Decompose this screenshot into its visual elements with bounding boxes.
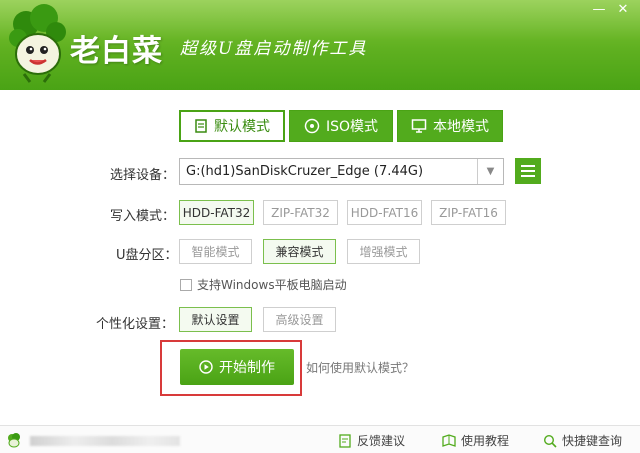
cabbage-small-icon [8, 433, 20, 448]
tutorial-label: 使用教程 [461, 434, 510, 448]
shortcut-query-link[interactable]: 快捷键查询 [543, 432, 622, 449]
partition-smart-mode[interactable]: 智能模式 [179, 239, 252, 264]
shortcut-query-label: 快捷键查询 [562, 434, 623, 448]
personalize-default[interactable]: 默认设置 [179, 307, 252, 332]
window-controls: — ✕ [592, 2, 630, 17]
device-menu-button[interactable] [515, 158, 541, 184]
search-icon [543, 434, 557, 448]
write-mode-hdd-fat32[interactable]: HDD-FAT32 [179, 200, 254, 225]
minimize-button[interactable]: — [592, 2, 606, 17]
personalize-advanced[interactable]: 高级设置 [263, 307, 336, 332]
tablet-support-option[interactable]: 支持Windows平板电脑启动 [180, 276, 347, 293]
disc-icon [304, 118, 320, 134]
menu-icon-bar [521, 170, 535, 172]
close-button[interactable]: ✕ [616, 2, 630, 17]
app-slogan: 超级U盘启动制作工具 [180, 39, 368, 59]
device-select-value: G:(hd1)SanDiskCruzer_Edge (7.44G) [186, 164, 424, 179]
mode-tabs: 默认模式 ISO模式 本地模式 [179, 110, 503, 142]
tab-iso-mode[interactable]: ISO模式 [289, 110, 393, 142]
tab-default-mode-label: 默认模式 [214, 119, 270, 135]
write-mode-zip-fat32[interactable]: ZIP-FAT32 [263, 200, 338, 225]
feedback-icon [339, 433, 351, 448]
tab-local-mode-label: 本地模式 [433, 119, 489, 135]
blurred-version-text [30, 436, 180, 446]
app-title: 老白菜 [70, 34, 163, 69]
tablet-support-checkbox[interactable] [180, 278, 192, 291]
write-mode-hdd-fat16[interactable]: HDD-FAT16 [347, 200, 422, 225]
tutorial-icon [442, 433, 456, 447]
partition-enhanced-mode[interactable]: 增强模式 [347, 239, 420, 264]
device-label: 选择设备： [110, 168, 176, 183]
menu-icon-bar [521, 165, 535, 167]
tab-default-mode[interactable]: 默认模式 [179, 110, 285, 142]
app-header: 老白菜 超级U盘启动制作工具 — ✕ [0, 0, 640, 90]
feedback-link[interactable]: 反馈建议 [338, 432, 405, 449]
cabbage-mascot-logo [9, 4, 66, 83]
default-mode-help-link[interactable]: 如何使用默认模式？ [306, 359, 414, 376]
start-make-label: 开始制作 [219, 360, 275, 376]
partition-compat-mode[interactable]: 兼容模式 [263, 239, 336, 264]
write-mode-zip-fat16[interactable]: ZIP-FAT16 [431, 200, 506, 225]
tab-local-mode[interactable]: 本地模式 [397, 110, 503, 142]
personalize-label: 个性化设置： [96, 317, 175, 332]
monitor-icon [411, 119, 427, 133]
chevron-down-icon[interactable]: ▼ [477, 159, 503, 184]
feedback-label: 反馈建议 [357, 434, 406, 448]
menu-icon-bar [521, 175, 535, 177]
doc-icon [195, 119, 207, 133]
partition-label: U盘分区： [116, 248, 178, 263]
start-make-button[interactable]: 开始制作 [180, 349, 294, 385]
status-footer: 反馈建议 使用教程 快捷键查询 [0, 425, 640, 453]
write-mode-label: 写入模式： [110, 209, 176, 224]
device-select[interactable]: G:(hd1)SanDiskCruzer_Edge (7.44G) ▼ [179, 158, 504, 185]
tab-iso-mode-label: ISO模式 [325, 119, 379, 135]
tutorial-link[interactable]: 使用教程 [442, 432, 509, 449]
tablet-support-label: 支持Windows平板电脑启动 [197, 278, 347, 292]
play-icon [199, 360, 213, 374]
